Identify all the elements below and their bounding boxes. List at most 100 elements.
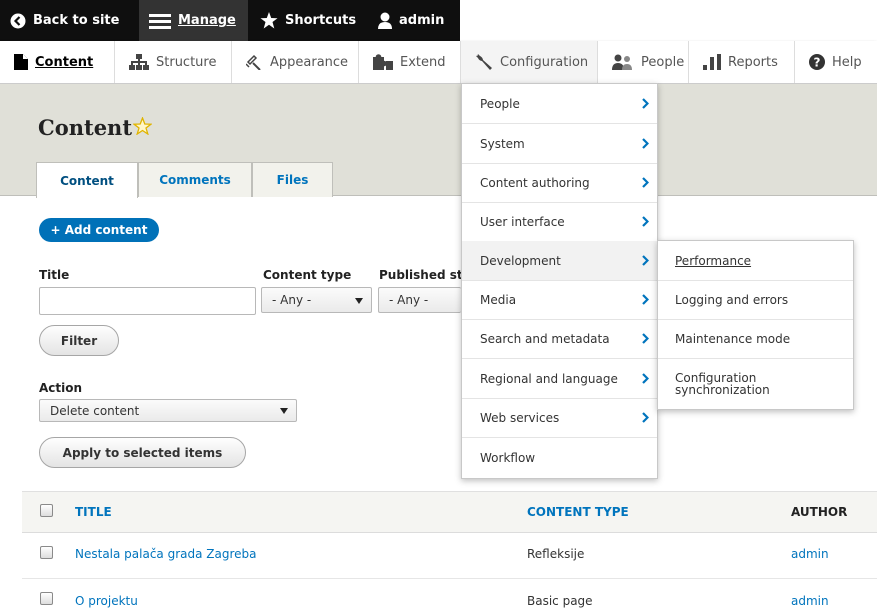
column-header-title[interactable]: TITLE <box>75 505 112 519</box>
config-menu-item-search-and-metadata[interactable]: Search and metadata <box>462 319 657 359</box>
tab-content[interactable]: Content <box>36 162 138 198</box>
tray-item-structure[interactable]: Structure <box>115 41 232 83</box>
menu-item-label: System <box>480 136 525 151</box>
content-type-value: - Any - <box>272 293 312 307</box>
star-icon <box>260 12 278 29</box>
chevron-right-icon <box>642 98 649 109</box>
menu-item-label: Content authoring <box>480 175 590 190</box>
manage-label: Manage <box>178 13 236 28</box>
config-menu-item-development[interactable]: Development <box>462 241 657 281</box>
config-menu-item-workflow[interactable]: Workflow <box>462 438 657 478</box>
table-header: TITLE CONTENT TYPE AUTHOR <box>22 491 877 533</box>
chevron-down-icon <box>355 298 363 304</box>
chevron-right-icon <box>642 177 649 188</box>
dev-menu-item-configuration-synchronization[interactable]: Configuration synchronization <box>658 359 853 409</box>
apply-to-selected-button[interactable]: Apply to selected items <box>39 437 246 468</box>
back-circle-icon <box>10 13 26 28</box>
row-title-link[interactable]: O projektu <box>75 594 138 608</box>
config-menu-item-media[interactable]: Media <box>462 280 657 320</box>
tray-item-label: Extend <box>400 54 446 70</box>
add-content-button[interactable]: + Add content <box>39 218 159 242</box>
wrench-icon <box>476 54 492 70</box>
row-title-link[interactable]: Nestala palača grada Zagreba <box>75 547 257 561</box>
manage-tab[interactable]: Manage <box>139 0 248 41</box>
hamburger-icon <box>149 13 171 29</box>
chevron-right-icon <box>642 412 649 423</box>
tab-comments[interactable]: Comments <box>138 162 252 197</box>
title-filter-label: Title <box>39 268 70 282</box>
dev-menu-item-logging-and-errors[interactable]: Logging and errors <box>658 281 853 320</box>
chevron-right-icon <box>642 294 649 305</box>
menu-item-label: Workflow <box>480 451 536 465</box>
tray-item-label: Content <box>35 54 94 70</box>
column-header-author: AUTHOR <box>791 505 848 519</box>
tray-item-reports[interactable]: Reports <box>689 41 795 83</box>
svg-text:?: ? <box>814 56 821 70</box>
row-author-link[interactable]: admin <box>791 594 829 608</box>
user-tab[interactable]: admin <box>368 0 460 41</box>
page-title: Content <box>38 115 133 140</box>
tray-item-people[interactable]: People <box>598 41 689 83</box>
config-menu-item-user-interface[interactable]: User interface <box>462 202 657 242</box>
dev-menu-item-maintenance-mode[interactable]: Maintenance mode <box>658 320 853 359</box>
config-menu-item-content-authoring[interactable]: Content authoring <box>462 163 657 203</box>
toolbar-empty <box>460 0 877 41</box>
shortcuts-label: Shortcuts <box>285 13 357 28</box>
filter-button[interactable]: Filter <box>39 325 119 356</box>
title-filter-input[interactable] <box>39 287 256 315</box>
tray-item-content[interactable]: Content <box>0 41 115 83</box>
brush-icon <box>246 54 261 70</box>
action-label: Action <box>39 381 83 395</box>
menu-item-label: Search and metadata <box>480 331 610 346</box>
tray-item-label: Reports <box>728 54 778 70</box>
help-icon: ? <box>809 54 825 70</box>
row-content-type: Refleksije <box>527 547 585 561</box>
bar-chart-icon <box>703 54 721 70</box>
menu-item-label: Regional and language <box>480 371 618 386</box>
column-header-content-type[interactable]: CONTENT TYPE <box>527 505 629 519</box>
row-checkbox[interactable] <box>40 546 53 559</box>
action-value: Delete content <box>50 403 140 418</box>
menu-item-label: Web services <box>480 410 560 425</box>
development-submenu: Performance Logging and errors Maintenan… <box>657 240 854 410</box>
chevron-right-icon <box>642 138 649 149</box>
config-menu-item-system[interactable]: System <box>462 124 657 164</box>
tray-item-help[interactable]: ? Help <box>795 41 877 83</box>
row-checkbox[interactable] <box>40 592 53 605</box>
configuration-menu: People System Content authoring User int… <box>461 83 658 479</box>
tray-item-appearance[interactable]: Appearance <box>232 41 359 83</box>
chevron-right-icon <box>642 216 649 227</box>
file-icon <box>14 54 28 70</box>
chevron-right-icon <box>642 373 649 384</box>
menu-item-label: People <box>480 96 520 111</box>
tray-item-label: Appearance <box>270 54 349 70</box>
admin-menu-tray: Content Structure Appearance Extend Conf… <box>0 41 877 84</box>
tray-item-label: Configuration <box>500 54 589 70</box>
action-select[interactable]: Delete content <box>39 399 297 422</box>
user-icon <box>378 12 392 29</box>
row-author-link[interactable]: admin <box>791 547 829 561</box>
tray-item-label: Structure <box>156 54 217 70</box>
table-row: O projektu Basic page admin <box>22 579 877 608</box>
tray-item-extend[interactable]: Extend <box>359 41 461 83</box>
shortcut-star-icon[interactable] <box>133 117 152 135</box>
back-to-site-link[interactable]: Back to site <box>0 0 139 41</box>
config-menu-item-people[interactable]: People <box>462 84 657 124</box>
config-menu-item-web-services[interactable]: Web services <box>462 398 657 438</box>
chevron-down-icon <box>280 408 288 414</box>
sitemap-icon <box>129 54 149 70</box>
content-type-select[interactable]: - Any - <box>261 287 372 313</box>
chevron-right-icon <box>642 255 649 266</box>
published-status-value: - Any - <box>389 293 429 307</box>
tray-item-label: Help <box>832 54 862 70</box>
tray-item-configuration[interactable]: Configuration <box>461 41 598 83</box>
tray-item-label: People <box>641 54 685 70</box>
published-status-label: Published sta <box>379 268 471 282</box>
config-menu-item-regional-and-language[interactable]: Regional and language <box>462 359 657 399</box>
table-row: Nestala palača grada Zagreba Refleksije … <box>22 533 877 579</box>
select-all-checkbox[interactable] <box>40 504 53 517</box>
tab-files[interactable]: Files <box>252 162 333 197</box>
shortcuts-tab[interactable]: Shortcuts <box>250 0 368 41</box>
published-status-select[interactable]: - Any - <box>378 287 461 313</box>
dev-menu-item-performance[interactable]: Performance <box>658 241 853 281</box>
